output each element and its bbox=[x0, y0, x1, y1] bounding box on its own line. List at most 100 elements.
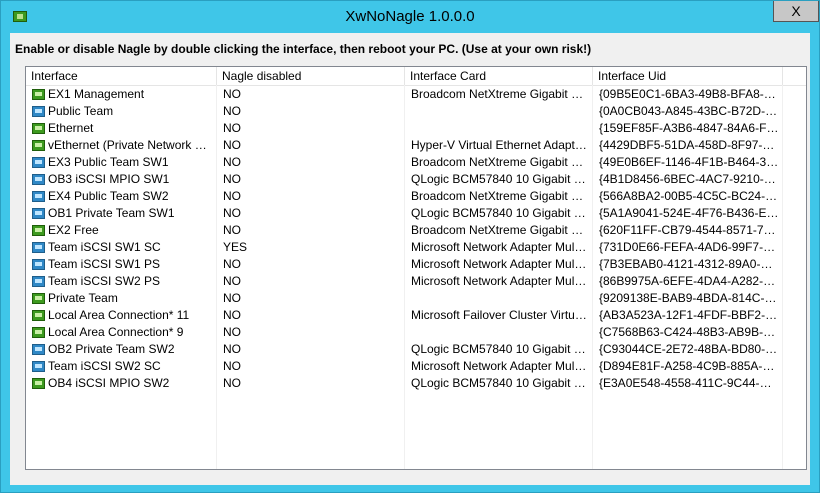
network-adapter-icon bbox=[32, 106, 45, 117]
cell-interface-uid: {E3A0E548-4558-411C-9C44-C249... bbox=[599, 376, 779, 390]
list-header: Interface Nagle disabled Interface Card … bbox=[26, 67, 806, 86]
cell-interface: Public Team bbox=[48, 104, 114, 118]
cell-interface: OB1 Private Team SW1 bbox=[48, 206, 175, 220]
cell-interface: OB3 iSCSI MPIO SW1 bbox=[48, 172, 170, 186]
cell-interface-card: Microsoft Network Adapter Multiple... bbox=[411, 274, 589, 288]
cell-interface-card bbox=[411, 290, 589, 307]
cell-interface-uid: {566A8BA2-00B5-4C5C-BC24-A3B... bbox=[599, 189, 779, 203]
network-adapter-icon bbox=[32, 157, 45, 168]
cell-nagle-disabled: NO bbox=[223, 274, 241, 288]
cell-interface: Team iSCSI SW1 SC bbox=[48, 240, 161, 254]
cell-interface-card bbox=[411, 103, 589, 120]
cell-interface-uid: {09B5E0C1-6BA3-49B8-BFA8-0E9... bbox=[599, 87, 779, 101]
close-button[interactable]: X bbox=[773, 1, 819, 22]
network-adapter-icon bbox=[32, 293, 45, 304]
cell-interface: Ethernet bbox=[48, 121, 94, 135]
table-row[interactable]: EX2 Free NO Broadcom NetXtreme Gigabit Eth… bbox=[26, 222, 806, 239]
cell-interface-card: Broadcom NetXtreme Gigabit Ether... bbox=[411, 155, 589, 169]
table-row[interactable]: Local Area Connection* 9 NO {C7568B63-C424… bbox=[26, 324, 806, 341]
network-adapter-icon bbox=[32, 361, 45, 372]
cell-interface-card: Microsoft Failover Cluster Virtual Ad... bbox=[411, 308, 589, 322]
cell-interface-card bbox=[411, 324, 589, 341]
table-row[interactable]: EX3 Public Team SW1 NO Broadcom NetXtreme … bbox=[26, 154, 806, 171]
table-row[interactable]: OB3 iSCSI MPIO SW1 NO QLogic BCM57840 10 G… bbox=[26, 171, 806, 188]
table-row[interactable]: EX1 Management NO Broadcom NetXtreme Gigab… bbox=[26, 86, 806, 103]
cell-interface: EX4 Public Team SW2 bbox=[48, 189, 169, 203]
cell-interface: EX2 Free bbox=[48, 223, 99, 237]
cell-interface-uid: {4B1D8456-6BEC-4AC7-9210-DB5... bbox=[599, 172, 779, 186]
table-row[interactable]: Private Team NO {9209138E-BAB9-4BDA-814C-7… bbox=[26, 290, 806, 307]
cell-interface-uid: {D894E81F-A258-4C9B-885A-1305... bbox=[599, 359, 779, 373]
cell-interface-card: Broadcom NetXtreme Gigabit Ether... bbox=[411, 87, 589, 101]
column-header-nagle-disabled[interactable]: Nagle disabled bbox=[217, 67, 405, 85]
cell-interface-uid: {620F11FF-CB79-4544-8571-7941... bbox=[599, 223, 779, 237]
cell-nagle-disabled: NO bbox=[223, 104, 241, 118]
instructions-label: Enable or disable Nagle by double clicki… bbox=[15, 42, 592, 56]
cell-nagle-disabled: NO bbox=[223, 189, 241, 203]
network-adapter-icon bbox=[32, 259, 45, 270]
cell-interface: Team iSCSI SW1 PS bbox=[48, 257, 161, 271]
cell-interface-card: Hyper-V Virtual Ethernet Adapter #2 bbox=[411, 138, 589, 152]
cell-interface-card: Microsoft Network Adapter Multiple... bbox=[411, 240, 589, 254]
cell-interface: EX1 Management bbox=[48, 87, 145, 101]
table-row[interactable]: Ethernet NO {159EF85F-A3B6-4847-84A6-FF6D.… bbox=[26, 120, 806, 137]
column-header-interface-uid[interactable]: Interface Uid bbox=[593, 67, 783, 85]
table-row[interactable]: Team iSCSI SW1 PS NO Microsoft Network Ada… bbox=[26, 256, 806, 273]
network-adapter-icon bbox=[32, 89, 45, 100]
network-adapter-icon bbox=[32, 310, 45, 321]
network-adapter-icon bbox=[32, 225, 45, 236]
cell-interface: Local Area Connection* 9 bbox=[48, 325, 184, 339]
cell-interface-uid: {49E0B6EF-1146-4F1B-B464-3D87... bbox=[599, 155, 779, 169]
cell-nagle-disabled: NO bbox=[223, 223, 241, 237]
cell-nagle-disabled: NO bbox=[223, 325, 241, 339]
cell-nagle-disabled: NO bbox=[223, 121, 241, 135]
cell-interface-card: QLogic BCM57840 10 Gigabit Ethe... bbox=[411, 206, 589, 220]
title-bar[interactable]: XwNoNagle 1.0.0.0 X bbox=[1, 1, 819, 33]
table-row[interactable]: Local Area Connection* 11 NO Microsoft Fai… bbox=[26, 307, 806, 324]
cell-interface-card: Broadcom NetXtreme Gigabit Ether... bbox=[411, 189, 589, 203]
column-header-interface-card[interactable]: Interface Card bbox=[405, 67, 593, 85]
table-row[interactable]: OB2 Private Team SW2 NO QLogic BCM57840 10… bbox=[26, 341, 806, 358]
table-row[interactable]: Public Team NO {0A0CB043-A845-43BC-B72D-51… bbox=[26, 103, 806, 120]
cell-nagle-disabled: NO bbox=[223, 376, 241, 390]
cell-interface-card bbox=[411, 120, 589, 137]
network-adapter-icon bbox=[32, 140, 45, 151]
cell-nagle-disabled: NO bbox=[223, 291, 241, 305]
cell-nagle-disabled: NO bbox=[223, 206, 241, 220]
cell-interface-uid: {C93044CE-2E72-48BA-BD80-CFF... bbox=[599, 342, 779, 356]
network-adapter-icon bbox=[32, 344, 45, 355]
cell-nagle-disabled: NO bbox=[223, 172, 241, 186]
cell-interface-uid: {9209138E-BAB9-4BDA-814C-762... bbox=[599, 291, 779, 305]
cell-nagle-disabled: NO bbox=[223, 359, 241, 373]
cell-nagle-disabled: YES bbox=[223, 240, 248, 254]
table-row[interactable]: vEthernet (Private Network Virtu... NO Hyp… bbox=[26, 137, 806, 154]
network-adapter-icon bbox=[32, 174, 45, 185]
network-adapter-icon bbox=[32, 378, 45, 389]
cell-interface-card: QLogic BCM57840 10 Gigabit Ethe... bbox=[411, 376, 589, 390]
cell-interface: EX3 Public Team SW1 bbox=[48, 155, 169, 169]
cell-interface-uid: {731D0E66-FEFA-4AD6-99F7-C1D... bbox=[599, 240, 779, 254]
cell-interface: Private Team bbox=[48, 291, 118, 305]
cell-nagle-disabled: NO bbox=[223, 308, 241, 322]
app-window: XwNoNagle 1.0.0.0 X Enable or disable Na… bbox=[0, 0, 820, 493]
table-row[interactable]: EX4 Public Team SW2 NO Broadcom NetXtreme … bbox=[26, 188, 806, 205]
cell-interface-uid: {86B9975A-6EFE-4DA4-A282-E99... bbox=[599, 274, 779, 288]
table-row[interactable]: Team iSCSI SW2 SC NO Microsoft Network Ada… bbox=[26, 358, 806, 375]
network-adapter-icon bbox=[32, 208, 45, 219]
cell-nagle-disabled: NO bbox=[223, 257, 241, 271]
cell-interface: Local Area Connection* 11 bbox=[48, 308, 190, 322]
interface-list[interactable]: Interface Nagle disabled Interface Card … bbox=[25, 66, 807, 470]
cell-interface-uid: {AB3A523A-12F1-4FDF-BBF2-477... bbox=[599, 308, 779, 322]
table-row[interactable]: Team iSCSI SW2 PS NO Microsoft Network Ada… bbox=[26, 273, 806, 290]
network-adapter-icon bbox=[32, 123, 45, 134]
cell-nagle-disabled: NO bbox=[223, 155, 241, 169]
table-row[interactable]: OB4 iSCSI MPIO SW2 NO QLogic BCM57840 10 G… bbox=[26, 375, 806, 392]
table-row[interactable]: Team iSCSI SW1 SC YES Microsoft Network Ad… bbox=[26, 239, 806, 256]
column-header-interface[interactable]: Interface bbox=[26, 67, 217, 85]
cell-nagle-disabled: NO bbox=[223, 87, 241, 101]
cell-interface: vEthernet (Private Network Virtu... bbox=[48, 138, 214, 152]
cell-interface: Team iSCSI SW2 SC bbox=[48, 359, 161, 373]
cell-interface-card: Microsoft Network Adapter Multiple... bbox=[411, 257, 589, 271]
table-row[interactable]: OB1 Private Team SW1 NO QLogic BCM57840 10… bbox=[26, 205, 806, 222]
cell-interface-card: QLogic BCM57840 10 Gigabit Ethe... bbox=[411, 342, 589, 356]
